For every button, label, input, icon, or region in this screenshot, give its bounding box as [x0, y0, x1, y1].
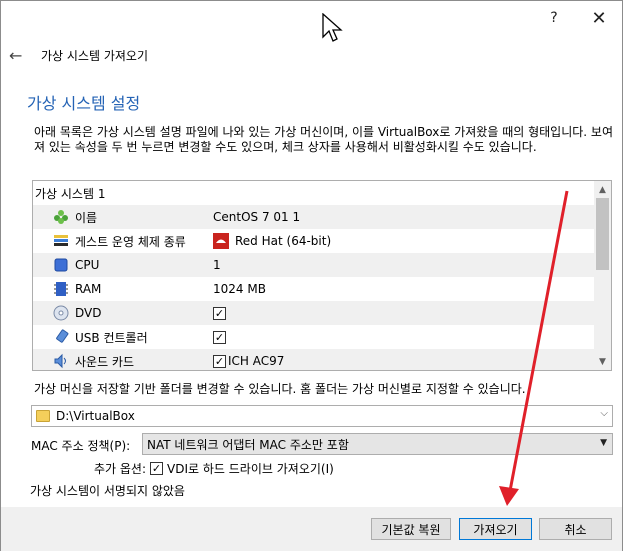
- scroll-thumb[interactable]: [596, 198, 609, 270]
- tree-row-cpu[interactable]: CPU 1: [33, 253, 595, 277]
- tree-row-sound[interactable]: 사운드 카드 ✓ ICH AC97: [33, 349, 595, 370]
- import-vdi-checkbox[interactable]: ✓: [150, 462, 164, 475]
- chevron-down-icon[interactable]: ⌵: [600, 408, 608, 419]
- tree-row-label: 사운드 카드: [75, 354, 135, 369]
- tree-row-label: 게스트 운영 체제 종류: [75, 234, 186, 249]
- tree-row-label: 이름: [75, 210, 98, 225]
- unsigned-warning: 가상 시스템이 서명되지 않았음: [30, 484, 185, 498]
- tree-row-label: RAM: [75, 282, 102, 296]
- extra-options: 추가 옵션: ✓ VDI로 하드 드라이브 가져오기(I): [94, 460, 334, 477]
- page-heading: 가상 시스템 설정: [27, 94, 141, 113]
- tree-row-label: DVD: [75, 306, 102, 320]
- tree-row-value[interactable]: ✓: [213, 306, 228, 320]
- tree-row-value[interactable]: 1: [213, 258, 221, 272]
- name-icon: [54, 210, 68, 224]
- mac-policy-value: NAT 네트워크 어댑터 MAC 주소만 포함: [147, 437, 349, 452]
- wizard-title: 가상 시스템 가져오기: [41, 48, 148, 63]
- cpu-icon: [54, 258, 68, 272]
- ram-value: 1024 MB: [213, 282, 266, 296]
- tree-scrollbar[interactable]: ▲ ▼: [594, 181, 611, 370]
- scroll-up-icon[interactable]: ▲: [594, 181, 611, 198]
- tree-group-label: 가상 시스템 1: [35, 186, 106, 201]
- scroll-down-icon[interactable]: ▼: [594, 353, 611, 370]
- help-button[interactable]: ?: [539, 5, 569, 31]
- sound-checkbox[interactable]: ✓: [213, 354, 226, 368]
- restore-defaults-button[interactable]: 기본값 복원: [371, 518, 451, 540]
- usb-checkbox[interactable]: ✓: [213, 330, 226, 344]
- tree-row-name[interactable]: 이름 CentOS 7 01 1: [33, 205, 595, 229]
- extra-options-label: 추가 옵션:: [94, 462, 147, 476]
- close-button[interactable]: ✕: [584, 5, 614, 31]
- dvd-checkbox[interactable]: ✓: [213, 306, 226, 320]
- appliance-settings-tree[interactable]: 가상 시스템 1 이름 CentOS 7 01 1 게스트 운영 체제 종류 R…: [32, 180, 612, 371]
- guest-os-value: Red Hat (64-bit): [235, 234, 332, 248]
- dialog-footer: 기본값 복원 가져오기 취소: [1, 507, 622, 551]
- tree-row-guest-os[interactable]: 게스트 운영 체제 종류 Red Hat (64-bit): [33, 229, 595, 253]
- wizard-nav: ← 가상 시스템 가져오기: [9, 45, 148, 65]
- tree-row-value[interactable]: ✓: [213, 330, 228, 344]
- vm-name-value: CentOS 7 01 1: [213, 210, 301, 224]
- import-vdi-label[interactable]: VDI로 하드 드라이브 가져오기(I): [167, 460, 334, 477]
- tree-row-label: CPU: [75, 258, 100, 272]
- cancel-button[interactable]: 취소: [539, 518, 612, 540]
- redhat-icon: [213, 233, 229, 249]
- back-arrow-icon[interactable]: ←: [9, 46, 29, 65]
- mouse-cursor-icon: [322, 13, 343, 42]
- title-bar: ? ✕: [1, 1, 622, 35]
- sound-icon: [54, 353, 66, 369]
- tree-row-value[interactable]: 1024 MB: [213, 282, 266, 296]
- dropdown-arrow-icon[interactable]: ▼: [600, 438, 607, 448]
- tree-row-label: USB 컨트롤러: [75, 330, 148, 345]
- tree-group-header[interactable]: 가상 시스템 1: [33, 181, 595, 205]
- base-folder-value: D:\VirtualBox: [56, 409, 135, 423]
- mac-policy-label: MAC 주소 정책(P):: [31, 439, 131, 453]
- base-folder-combo[interactable]: D:\VirtualBox ⌵: [31, 405, 613, 427]
- base-folder-hint: 가상 머신을 저장할 기반 폴더를 변경할 수 있습니다. 홈 폴더는 가상 머…: [34, 382, 526, 396]
- import-appliance-dialog: ? ✕ ← 가상 시스템 가져오기 가상 시스템 설정 아래 목록은 가상 시스…: [0, 0, 623, 551]
- tree-row-dvd[interactable]: DVD ✓: [33, 301, 595, 325]
- tree-row-value[interactable]: Red Hat (64-bit): [213, 233, 331, 249]
- guest-os-icon: [54, 235, 68, 246]
- page-description: 아래 목록은 가상 시스템 설명 파일에 나와 있는 가상 머신이며, 이를 V…: [34, 125, 614, 154]
- mac-policy-select[interactable]: NAT 네트워크 어댑터 MAC 주소만 포함 ▼: [142, 433, 613, 455]
- sound-value: ICH AC97: [228, 354, 285, 368]
- cpu-value: 1: [213, 258, 221, 272]
- ram-icon: [54, 282, 68, 296]
- usb-icon: [56, 329, 69, 343]
- dvd-icon: [53, 305, 69, 321]
- import-button[interactable]: 가져오기: [459, 518, 532, 540]
- tree-row-usb[interactable]: USB 컨트롤러 ✓: [33, 325, 595, 349]
- tree-row-ram[interactable]: RAM 1024 MB: [33, 277, 595, 301]
- folder-icon: [36, 410, 50, 422]
- tree-row-value[interactable]: CentOS 7 01 1: [213, 210, 300, 224]
- tree-row-value[interactable]: ✓ ICH AC97: [213, 354, 284, 368]
